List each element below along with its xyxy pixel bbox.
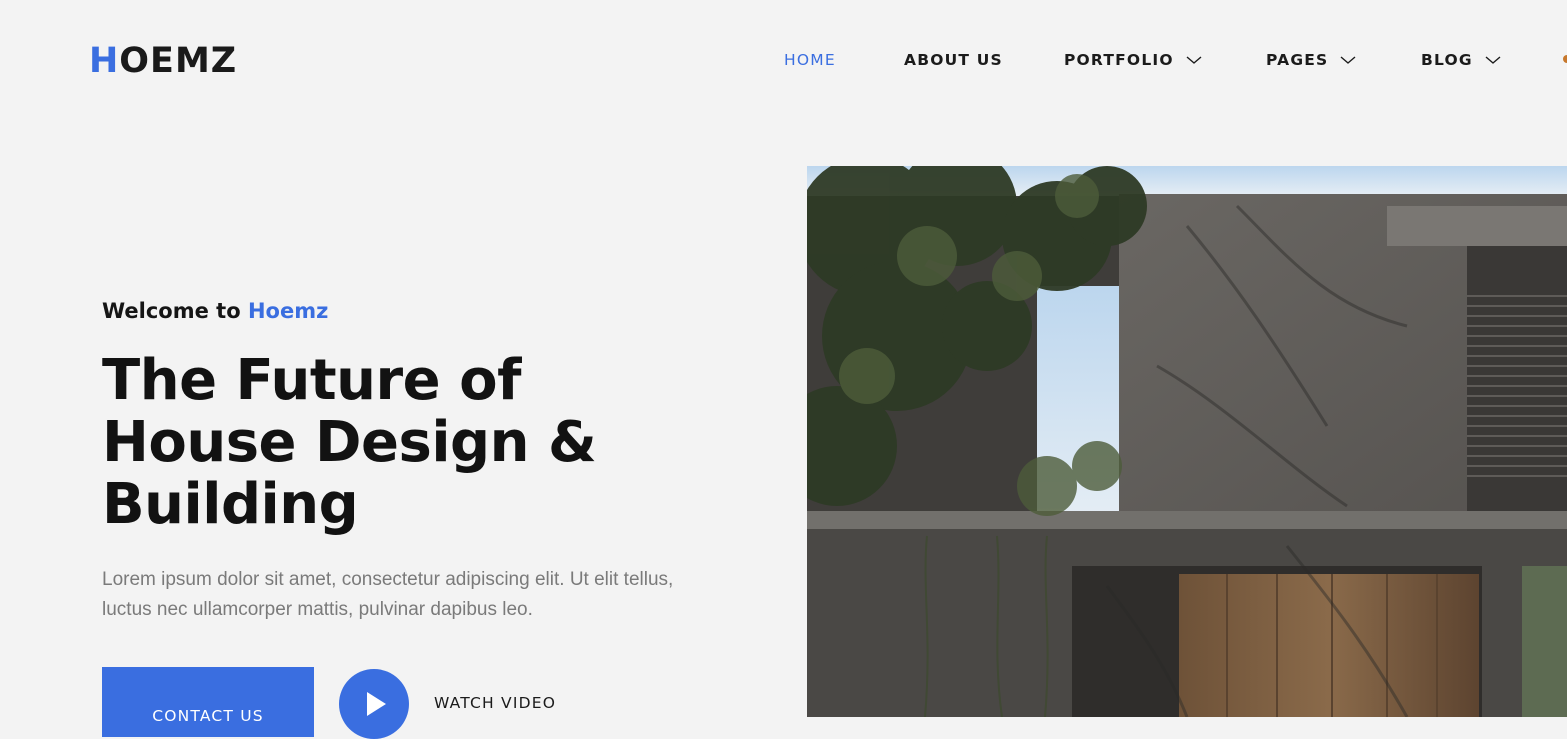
welcome-prefix: Welcome to bbox=[102, 299, 241, 323]
nav-item-pages[interactable]: PAGES bbox=[1266, 47, 1356, 73]
nav-item-about-us[interactable]: ABOUT US bbox=[904, 47, 1003, 73]
hero-headline: The Future of House Design & Building bbox=[102, 350, 702, 536]
headline-line: Building bbox=[102, 472, 359, 537]
watch-video-link[interactable]: WATCH VIDEO bbox=[434, 694, 556, 712]
hero-description: Lorem ipsum dolor sit amet, consectetur … bbox=[102, 569, 674, 620]
play-video-button[interactable] bbox=[339, 669, 409, 739]
welcome-brand: Hoemz bbox=[247, 299, 329, 323]
nav-item-home[interactable]: HOME bbox=[784, 47, 836, 73]
logo-accent-letter: H bbox=[89, 41, 120, 81]
nav-label: ABOUT US bbox=[904, 51, 1003, 69]
nav-label: PORTFOLIO bbox=[1064, 51, 1174, 69]
nav-label: PAGES bbox=[1266, 51, 1329, 69]
chevron-down-icon bbox=[1340, 55, 1356, 65]
contact-us-button[interactable]: CONTACT US bbox=[102, 667, 314, 737]
nav-label: HOME bbox=[784, 51, 836, 69]
headline-line: House Design & bbox=[102, 410, 597, 475]
house-photo bbox=[807, 166, 1567, 717]
headline-line: The Future of bbox=[102, 348, 521, 413]
nav-label: BLOG bbox=[1421, 51, 1473, 69]
chevron-down-icon bbox=[1485, 55, 1501, 65]
nav-item-portfolio[interactable]: PORTFOLIO bbox=[1064, 47, 1202, 73]
play-icon bbox=[367, 692, 386, 716]
chevron-down-icon bbox=[1186, 55, 1202, 65]
nav-overflow-dot bbox=[1563, 55, 1567, 63]
logo[interactable]: HOEMZ bbox=[89, 42, 237, 80]
nav-item-blog[interactable]: BLOG bbox=[1421, 47, 1501, 73]
welcome-tagline: Welcome to Hoemz bbox=[102, 299, 328, 323]
logo-text: OEMZ bbox=[119, 41, 238, 81]
